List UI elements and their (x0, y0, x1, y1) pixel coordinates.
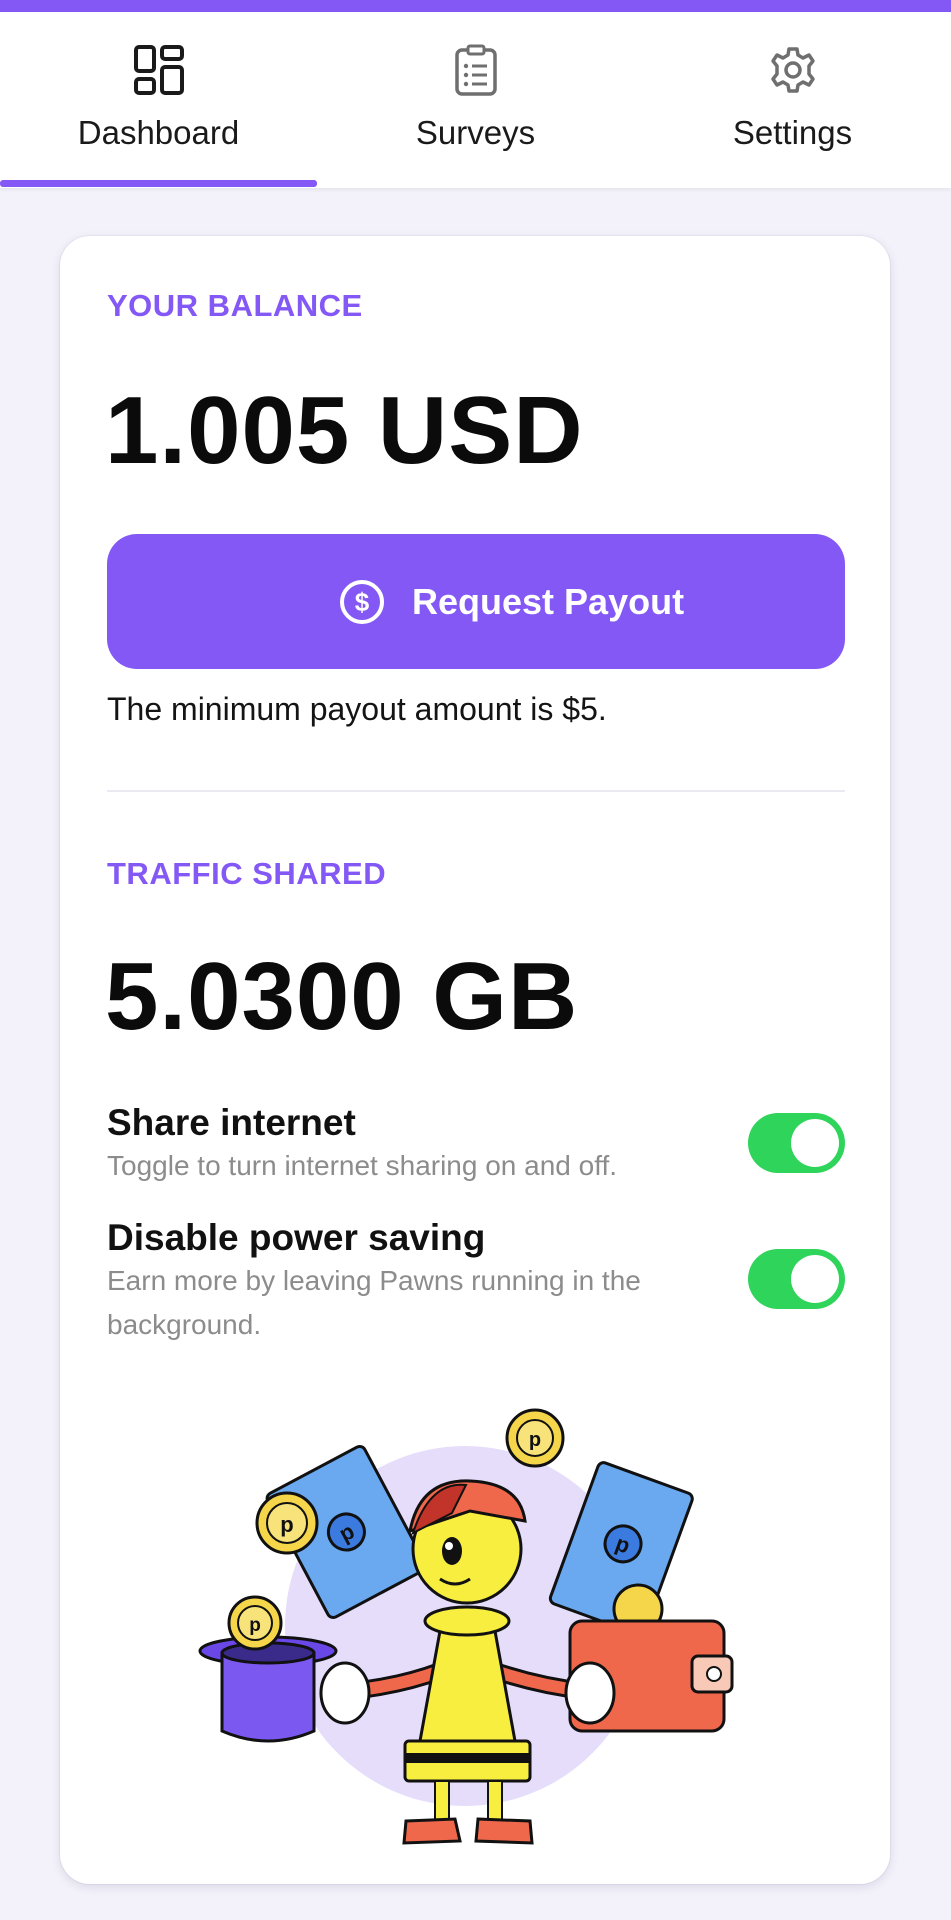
tab-label: Surveys (415, 114, 536, 151)
dollar-circle-icon: $ (340, 580, 384, 624)
power-saving-description: Earn more by leaving Pawns running in th… (107, 1265, 641, 1340)
svg-text:$: $ (355, 587, 370, 617)
status-strip (0, 0, 951, 12)
gear-icon (770, 47, 815, 93)
power-saving-toggle[interactable] (748, 1249, 845, 1309)
minimum-payout-note: The minimum payout amount is $5. (107, 691, 607, 727)
balance-label: YOUR BALANCE (107, 288, 363, 323)
clipboard-icon (454, 44, 497, 96)
balance-value: 1.005 USD (105, 377, 584, 484)
section-divider (107, 790, 845, 792)
share-internet-description: Toggle to turn internet sharing on and o… (107, 1150, 618, 1181)
toggle-knob (791, 1119, 839, 1167)
svg-text:p: p (249, 1615, 261, 1636)
dashboard-icon (133, 45, 184, 95)
tab-dashboard[interactable]: Dashboard (0, 12, 317, 188)
traffic-value: 5.0300 GB (105, 943, 579, 1050)
tab-surveys[interactable]: Surveys (317, 12, 634, 188)
toggle-knob (791, 1255, 839, 1303)
power-saving-title: Disable power saving (107, 1217, 486, 1258)
svg-text:p: p (529, 1429, 541, 1451)
tab-label: Dashboard (77, 114, 240, 151)
request-payout-button[interactable]: $ Request Payout (107, 534, 845, 669)
svg-text:p: p (280, 1512, 293, 1537)
pawn-mascot-illustration: p p p p p (198, 1408, 734, 1845)
share-internet-toggle[interactable] (748, 1113, 845, 1173)
tab-bar: Dashboard Surveys Settings (0, 12, 951, 188)
traffic-label: TRAFFIC SHARED (107, 856, 387, 891)
tab-label: Settings (732, 114, 853, 151)
tab-settings[interactable]: Settings (634, 12, 951, 188)
dashboard-card: YOUR BALANCE 1.005 USD $ Request Payout … (60, 236, 890, 1884)
active-tab-indicator (0, 180, 317, 187)
request-payout-label: Request Payout (412, 581, 685, 622)
share-internet-title: Share internet (107, 1102, 356, 1143)
